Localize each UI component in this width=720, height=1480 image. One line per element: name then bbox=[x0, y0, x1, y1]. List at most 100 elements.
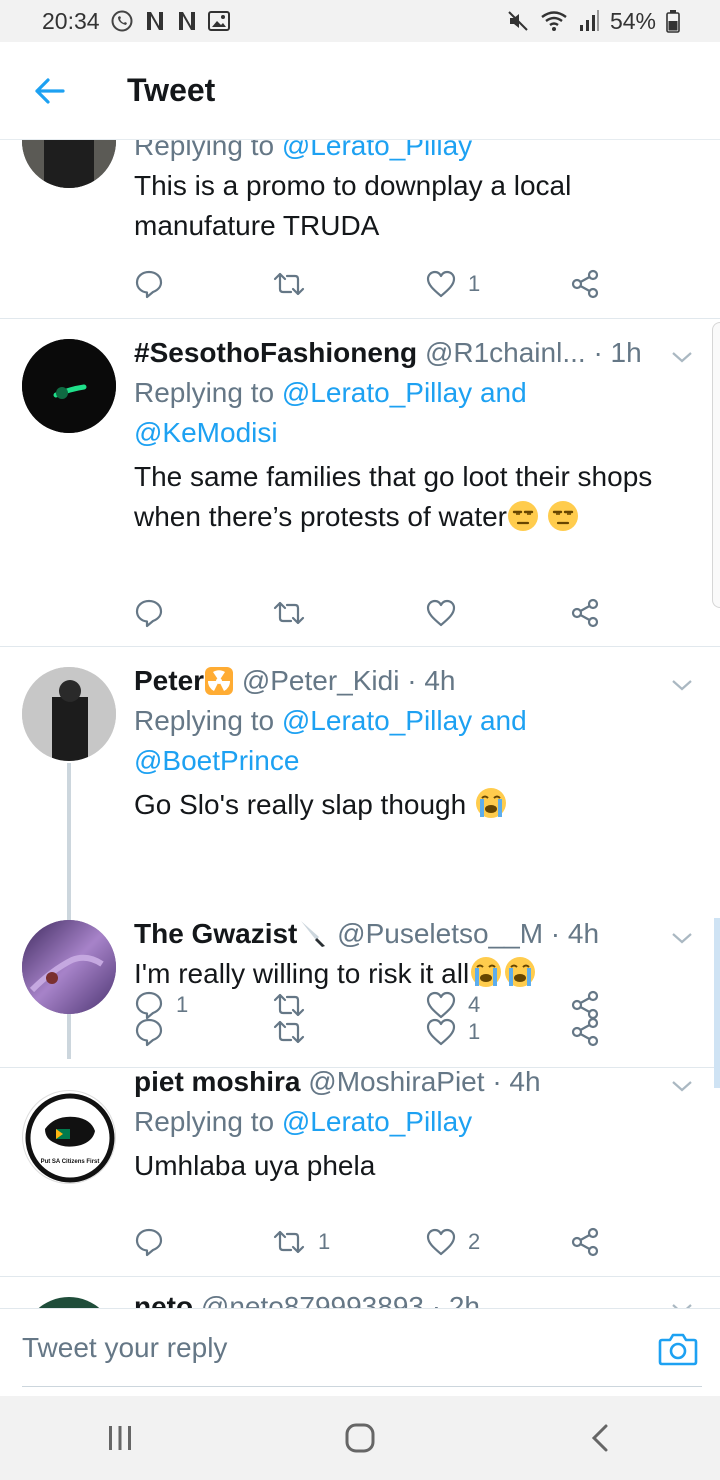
share-button[interactable] bbox=[570, 264, 600, 304]
chevron-down-icon[interactable] bbox=[670, 1297, 694, 1308]
avatar[interactable] bbox=[22, 920, 116, 1014]
crying-face-emoji bbox=[503, 955, 537, 1000]
avatar[interactable] bbox=[22, 140, 116, 188]
tweet-header: neto @neto879993893 · 2h bbox=[134, 1287, 674, 1308]
user-handle[interactable]: @Puseletso__M bbox=[337, 918, 543, 949]
display-name[interactable]: piet moshira bbox=[134, 1066, 300, 1097]
chevron-down-icon[interactable] bbox=[670, 926, 694, 950]
retweet-count: 1 bbox=[318, 1229, 331, 1254]
back-chevron-icon bbox=[591, 1424, 608, 1452]
heart-icon bbox=[426, 270, 456, 298]
reply-button[interactable] bbox=[134, 264, 176, 304]
home-icon bbox=[345, 1423, 375, 1453]
reply-icon bbox=[135, 599, 163, 628]
display-name[interactable]: #SesothoFashioneng bbox=[134, 337, 417, 368]
tweet-time: · 4h bbox=[492, 1066, 541, 1097]
share-button[interactable] bbox=[570, 1012, 600, 1052]
retweet-icon bbox=[273, 272, 305, 296]
status-bar: 20:34 54% bbox=[0, 0, 720, 42]
battery-percent: 54% bbox=[609, 7, 656, 34]
app-header: Tweet bbox=[0, 42, 720, 140]
back-arrow-icon bbox=[35, 77, 65, 104]
share-button[interactable] bbox=[570, 1222, 600, 1262]
back-nav-button[interactable] bbox=[560, 1408, 640, 1468]
like-button[interactable]: 2 bbox=[426, 1222, 480, 1262]
reply-button[interactable] bbox=[134, 1222, 176, 1262]
replying-to: Replying to @Lerato_Pillay and bbox=[134, 377, 527, 408]
retweet-button[interactable] bbox=[272, 1012, 318, 1052]
tweet-text: The same families that go loot their sho… bbox=[134, 457, 674, 543]
display-name[interactable]: neto bbox=[134, 1291, 193, 1308]
divider bbox=[0, 318, 720, 319]
avatar[interactable] bbox=[22, 1297, 116, 1308]
mention-link[interactable]: @KeModisi bbox=[134, 417, 278, 448]
tweet-actions: 1 bbox=[134, 264, 614, 304]
tweet-actions: 1 2 bbox=[134, 1222, 614, 1262]
battery-icon bbox=[666, 9, 680, 33]
reply-icon bbox=[135, 1228, 163, 1257]
crying-face-emoji bbox=[469, 955, 503, 1000]
thread-line bbox=[67, 763, 71, 1059]
back-button[interactable] bbox=[0, 42, 100, 140]
edge-panel-handle[interactable] bbox=[712, 322, 720, 608]
like-count: 2 bbox=[468, 1229, 481, 1254]
share-icon bbox=[571, 269, 599, 299]
retweet-button[interactable]: 1 bbox=[272, 1222, 330, 1262]
avatar[interactable] bbox=[22, 339, 116, 433]
reply-input[interactable] bbox=[22, 1309, 702, 1387]
system-nav-bar bbox=[0, 1396, 720, 1480]
replying-to: Replying to @Lerato_Pillay bbox=[134, 140, 674, 166]
share-icon bbox=[571, 1227, 599, 1257]
recent-apps-button[interactable] bbox=[80, 1408, 160, 1468]
heart-icon bbox=[426, 599, 456, 627]
user-handle[interactable]: @MoshiraPiet bbox=[308, 1066, 484, 1097]
reply-button[interactable] bbox=[134, 1012, 176, 1052]
mention-link[interactable]: @Lerato_Pillay and bbox=[282, 377, 527, 408]
crying-face-emoji bbox=[474, 786, 508, 831]
mention-link[interactable]: @BoetPrince bbox=[134, 745, 299, 776]
like-button[interactable] bbox=[426, 593, 468, 633]
reply-button[interactable] bbox=[134, 593, 176, 633]
mention-link[interactable]: @Lerato_Pillay bbox=[282, 140, 472, 161]
mention-link[interactable]: @Lerato_Pillay and bbox=[282, 705, 527, 736]
user-handle[interactable]: @neto879993893 bbox=[201, 1291, 424, 1308]
mention-link[interactable]: @Lerato_Pillay bbox=[282, 1106, 472, 1137]
display-name[interactable]: The Gwazist bbox=[134, 918, 297, 949]
tweet-text: Go Slo's really slap though bbox=[134, 785, 674, 831]
share-icon bbox=[571, 598, 599, 628]
share-button[interactable] bbox=[570, 593, 600, 633]
reply-icon bbox=[135, 1018, 163, 1047]
display-name[interactable]: Peter bbox=[134, 665, 204, 696]
unamused-face-emoji bbox=[547, 500, 579, 543]
radioactive-emoji bbox=[204, 666, 234, 701]
netflix-icon bbox=[176, 10, 198, 32]
tweet-time: · 4h bbox=[550, 918, 600, 949]
chevron-down-icon[interactable] bbox=[670, 1074, 694, 1098]
home-button[interactable] bbox=[320, 1408, 400, 1468]
user-handle[interactable]: @R1chainl... bbox=[425, 337, 586, 368]
camera-icon[interactable] bbox=[658, 1331, 698, 1367]
like-count: 1 bbox=[468, 271, 481, 296]
heart-icon bbox=[426, 1018, 456, 1046]
whatsapp-icon bbox=[110, 9, 134, 33]
tweet-actions bbox=[134, 593, 614, 633]
like-button[interactable]: 1 bbox=[426, 264, 480, 304]
like-button[interactable]: 1 bbox=[426, 1012, 480, 1052]
recent-apps-icon bbox=[109, 1426, 131, 1450]
share-icon bbox=[571, 1017, 599, 1047]
chevron-down-icon[interactable] bbox=[670, 345, 694, 369]
scrollbar[interactable] bbox=[714, 918, 720, 1088]
reply-icon bbox=[135, 270, 163, 299]
like-count: 1 bbox=[468, 1019, 481, 1044]
retweet-icon bbox=[273, 1020, 305, 1044]
user-handle[interactable]: @Peter_Kidi bbox=[242, 665, 400, 696]
replies-feed[interactable]: Replying to @Lerato_Pillay This is a pro… bbox=[0, 140, 720, 1308]
avatar[interactable]: Put SA Citizens First bbox=[22, 1090, 116, 1184]
avatar[interactable] bbox=[22, 667, 116, 761]
retweet-button[interactable] bbox=[272, 593, 318, 633]
wifi-icon bbox=[540, 9, 568, 33]
knife-emoji bbox=[297, 917, 329, 954]
reply-composer bbox=[0, 1308, 720, 1396]
chevron-down-icon[interactable] bbox=[670, 673, 694, 697]
retweet-button[interactable] bbox=[272, 264, 318, 304]
